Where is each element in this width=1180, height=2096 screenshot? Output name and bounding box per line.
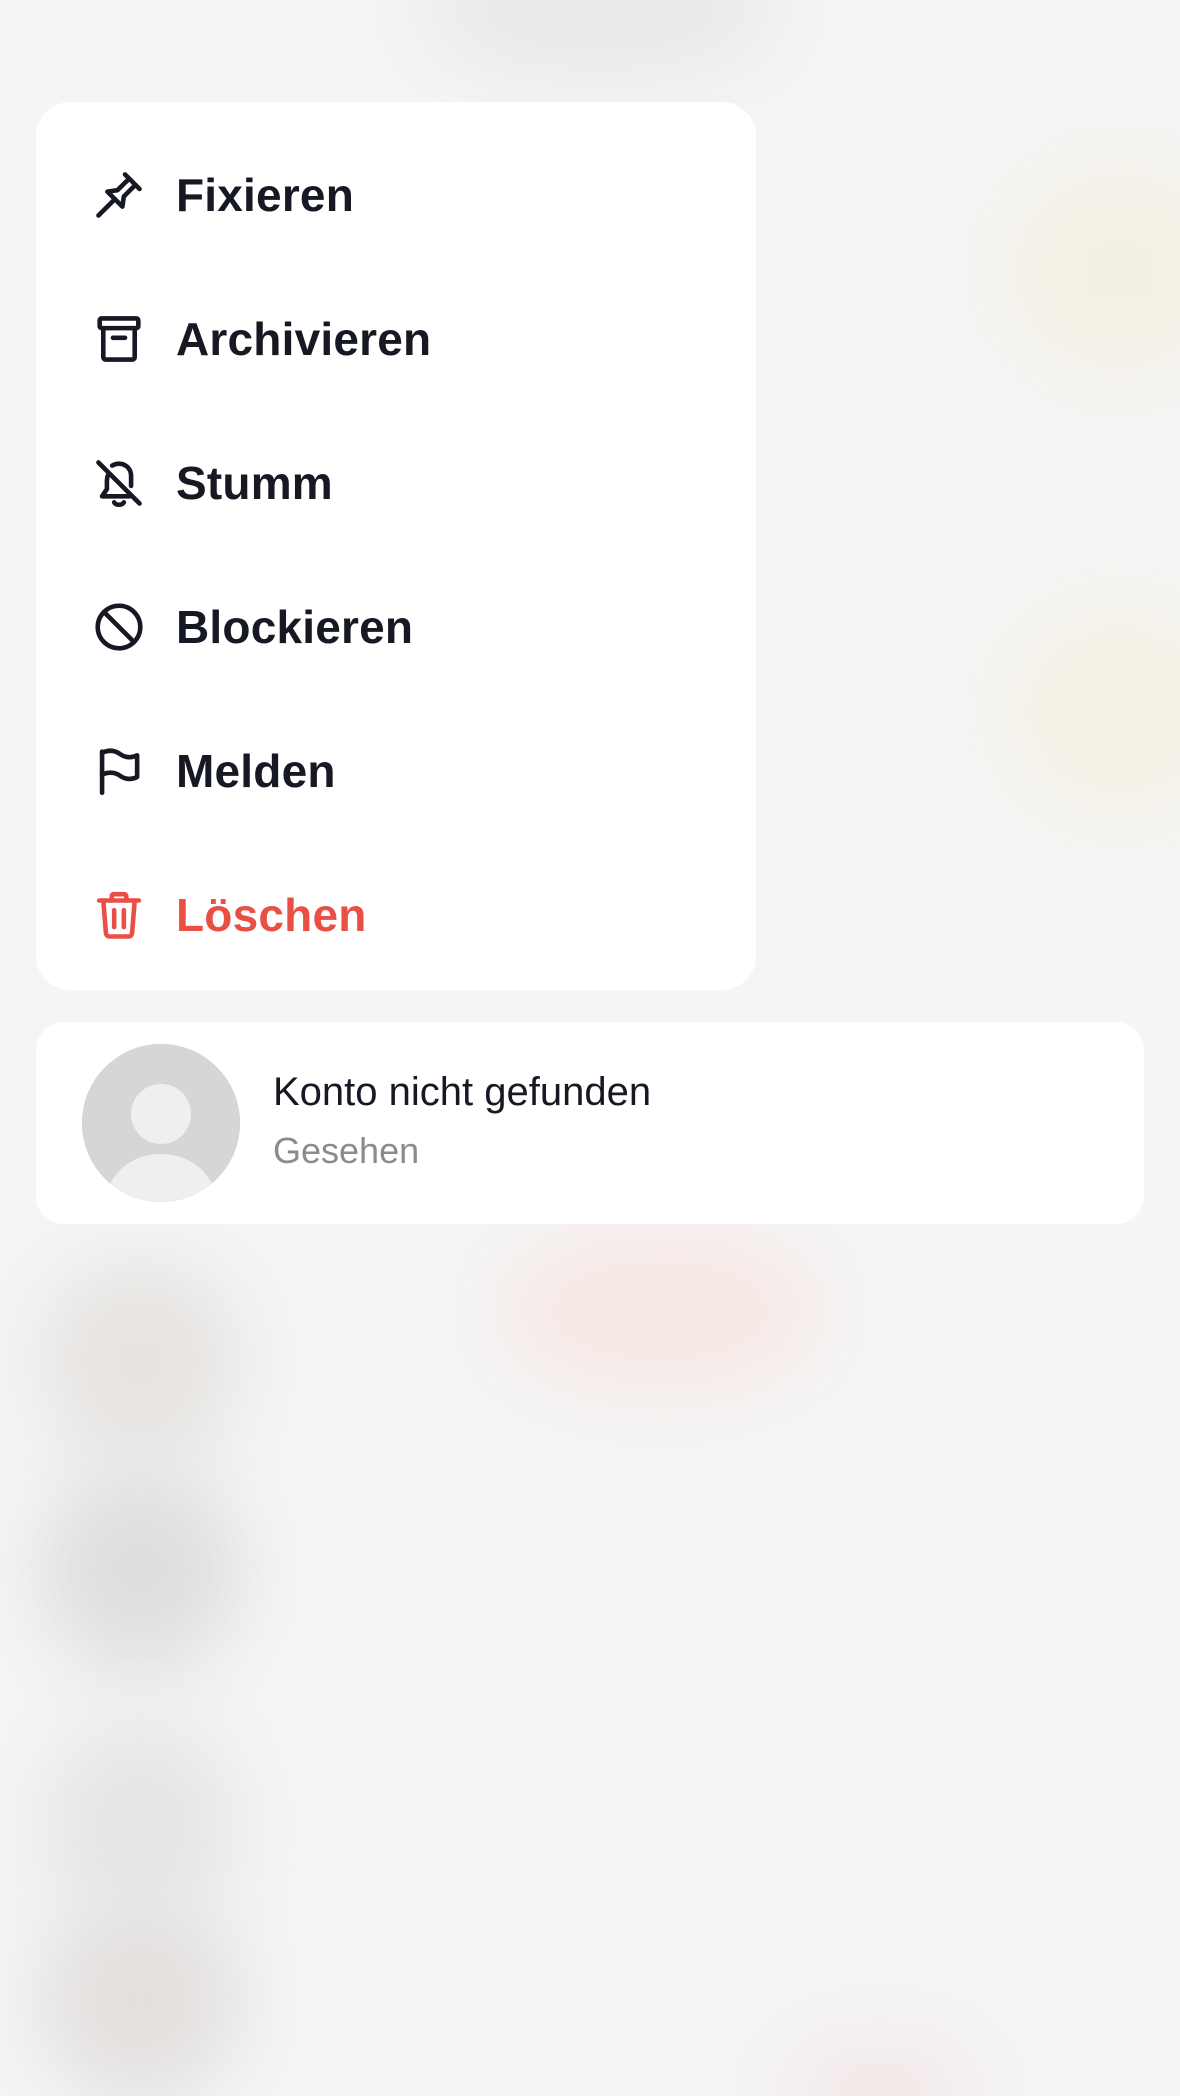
avatar — [82, 1044, 240, 1202]
trash-icon — [90, 886, 148, 944]
flag-icon — [90, 742, 148, 800]
chat-status: Gesehen — [273, 1130, 420, 1171]
pin-icon — [90, 166, 148, 224]
block-icon — [90, 598, 148, 656]
menu-item-label: Löschen — [176, 889, 367, 941]
chat-list-item[interactable]: Konto nicht gefunden Gesehen — [36, 1022, 1144, 1224]
menu-item-report[interactable]: Melden — [36, 699, 756, 843]
menu-item-label: Melden — [176, 745, 336, 797]
menu-item-label: Blockieren — [176, 601, 414, 653]
menu-item-archive[interactable]: Archivieren — [36, 267, 756, 411]
context-menu: Fixieren Archivieren Stumm Blockieren Me… — [36, 102, 756, 990]
menu-item-pin[interactable]: Fixieren — [36, 123, 756, 267]
chat-name: Konto nicht gefunden — [273, 1070, 652, 1114]
menu-item-label: Fixieren — [176, 169, 355, 221]
bell-off-icon — [90, 454, 148, 512]
menu-item-mute[interactable]: Stumm — [36, 411, 756, 555]
default-avatar-icon — [82, 1044, 240, 1202]
menu-item-block[interactable]: Blockieren — [36, 555, 756, 699]
menu-item-label: Stumm — [176, 457, 333, 509]
archive-icon — [90, 310, 148, 368]
menu-item-label: Archivieren — [176, 313, 432, 365]
menu-item-delete[interactable]: Löschen — [36, 843, 756, 987]
